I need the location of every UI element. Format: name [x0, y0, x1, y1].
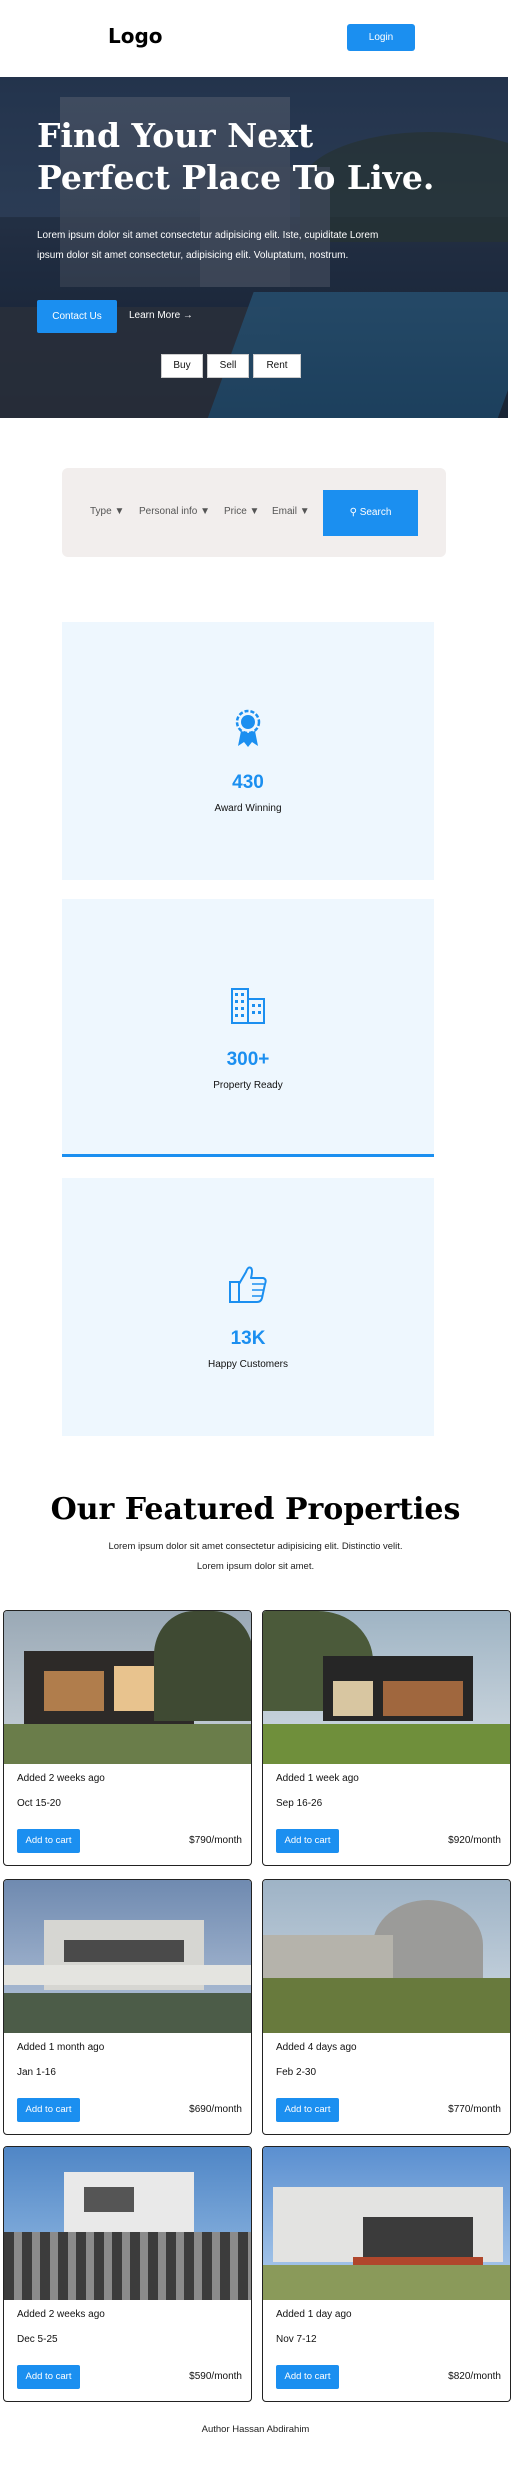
property-added: Added 1 month ago [17, 2042, 105, 2053]
tab-sell[interactable]: Sell [207, 354, 249, 378]
property-dates: Dec 5-25 [17, 2334, 58, 2345]
stat-label: Award Winning [214, 803, 282, 814]
property-card[interactable]: Added 2 weeks ago Oct 15-20 Add to cart … [3, 1610, 252, 1866]
tab-rent[interactable]: Rent [253, 354, 301, 378]
property-added: Added 2 weeks ago [17, 1773, 105, 1784]
hero-title: Find Your Next Perfect Place To Live. [37, 116, 435, 197]
property-photo [263, 1880, 510, 2033]
stat-label: Property Ready [213, 1080, 283, 1091]
property-card[interactable]: Added 1 month ago Jan 1-16 Add to cart $… [3, 1879, 252, 2135]
property-card[interactable]: Added 4 days ago Feb 2-30 Add to cart $7… [262, 1879, 511, 2135]
featured-subtitle: Lorem ipsum dolor sit amet consectetur a… [108, 1541, 403, 1572]
tab-buy[interactable]: Buy [161, 354, 203, 378]
footer-author: Author Hassan Abdirahim [201, 2424, 310, 2435]
add-to-cart-button[interactable]: Add to cart [17, 2365, 80, 2389]
add-to-cart-button[interactable]: Add to cart [17, 1829, 80, 1853]
logo[interactable]: Logo [108, 24, 163, 48]
login-button[interactable]: Login [347, 24, 415, 51]
property-photo [4, 1880, 251, 2033]
add-to-cart-button[interactable]: Add to cart [276, 1829, 339, 1853]
learn-more-link[interactable]: Learn More → [129, 310, 193, 321]
property-photo [4, 1611, 251, 1764]
property-price: $820/month [448, 2371, 501, 2382]
email-filter[interactable]: Email ▼ [272, 506, 310, 517]
thumbs-up-icon [229, 1266, 267, 1303]
stat-value: 13K [230, 1328, 266, 1349]
property-added: Added 1 day ago [276, 2309, 352, 2320]
add-to-cart-button[interactable]: Add to cart [276, 2098, 339, 2122]
property-card[interactable]: Added 1 week ago Sep 16-26 Add to cart $… [262, 1610, 511, 1866]
property-added: Added 2 weeks ago [17, 2309, 105, 2320]
property-dates: Feb 2-30 [276, 2067, 317, 2078]
add-to-cart-button[interactable]: Add to cart [17, 2098, 80, 2122]
property-added: Added 4 days ago [276, 2042, 357, 2053]
property-photo [4, 2147, 251, 2300]
listing-type-tabs: Buy Sell Rent [161, 354, 301, 378]
stat-card-customers: 13K Happy Customers [62, 1178, 434, 1436]
hero-text: Lorem ipsum dolor sit amet consectetur a… [37, 230, 379, 261]
stat-card-property: 300+ Property Ready [62, 899, 434, 1157]
type-filter[interactable]: Type ▼ [90, 506, 124, 517]
property-photo [263, 1611, 510, 1764]
property-dates: Oct 15-20 [17, 1798, 61, 1809]
property-price: $690/month [189, 2104, 242, 2115]
property-price: $770/month [448, 2104, 501, 2115]
award-icon [235, 709, 261, 747]
property-card[interactable]: Added 1 day ago Nov 7-12 Add to cart $82… [262, 2146, 511, 2402]
property-dates: Sep 16-26 [276, 1798, 323, 1809]
featured-title: Our Featured Properties [50, 1492, 461, 1527]
stat-value: 430 [232, 772, 264, 793]
search-bar: Type ▼ Personal info ▼ Price ▼ Email ▼ ⚲… [62, 468, 446, 557]
property-price: $590/month [189, 2371, 242, 2382]
stat-value: 300+ [226, 1049, 270, 1070]
property-dates: Jan 1-16 [17, 2067, 56, 2078]
property-card[interactable]: Added 2 weeks ago Dec 5-25 Add to cart $… [3, 2146, 252, 2402]
property-added: Added 1 week ago [276, 1773, 359, 1784]
price-filter[interactable]: Price ▼ [224, 506, 259, 517]
buildings-icon [231, 988, 265, 1024]
property-dates: Nov 7-12 [276, 2334, 317, 2345]
stat-card-award: 430 Award Winning [62, 622, 434, 880]
property-price: $790/month [189, 1835, 242, 1846]
add-to-cart-button[interactable]: Add to cart [276, 2365, 339, 2389]
hero-section: Find Your Next Perfect Place To Live. Lo… [0, 77, 508, 418]
property-price: $920/month [448, 1835, 501, 1846]
site-header: Logo Login [0, 0, 511, 77]
contact-us-button[interactable]: Contact Us [37, 300, 117, 333]
property-photo [263, 2147, 510, 2300]
stat-label: Happy Customers [207, 1359, 289, 1370]
search-button[interactable]: ⚲ Search [323, 490, 418, 536]
personal-info-filter[interactable]: Personal info ▼ [139, 506, 210, 517]
